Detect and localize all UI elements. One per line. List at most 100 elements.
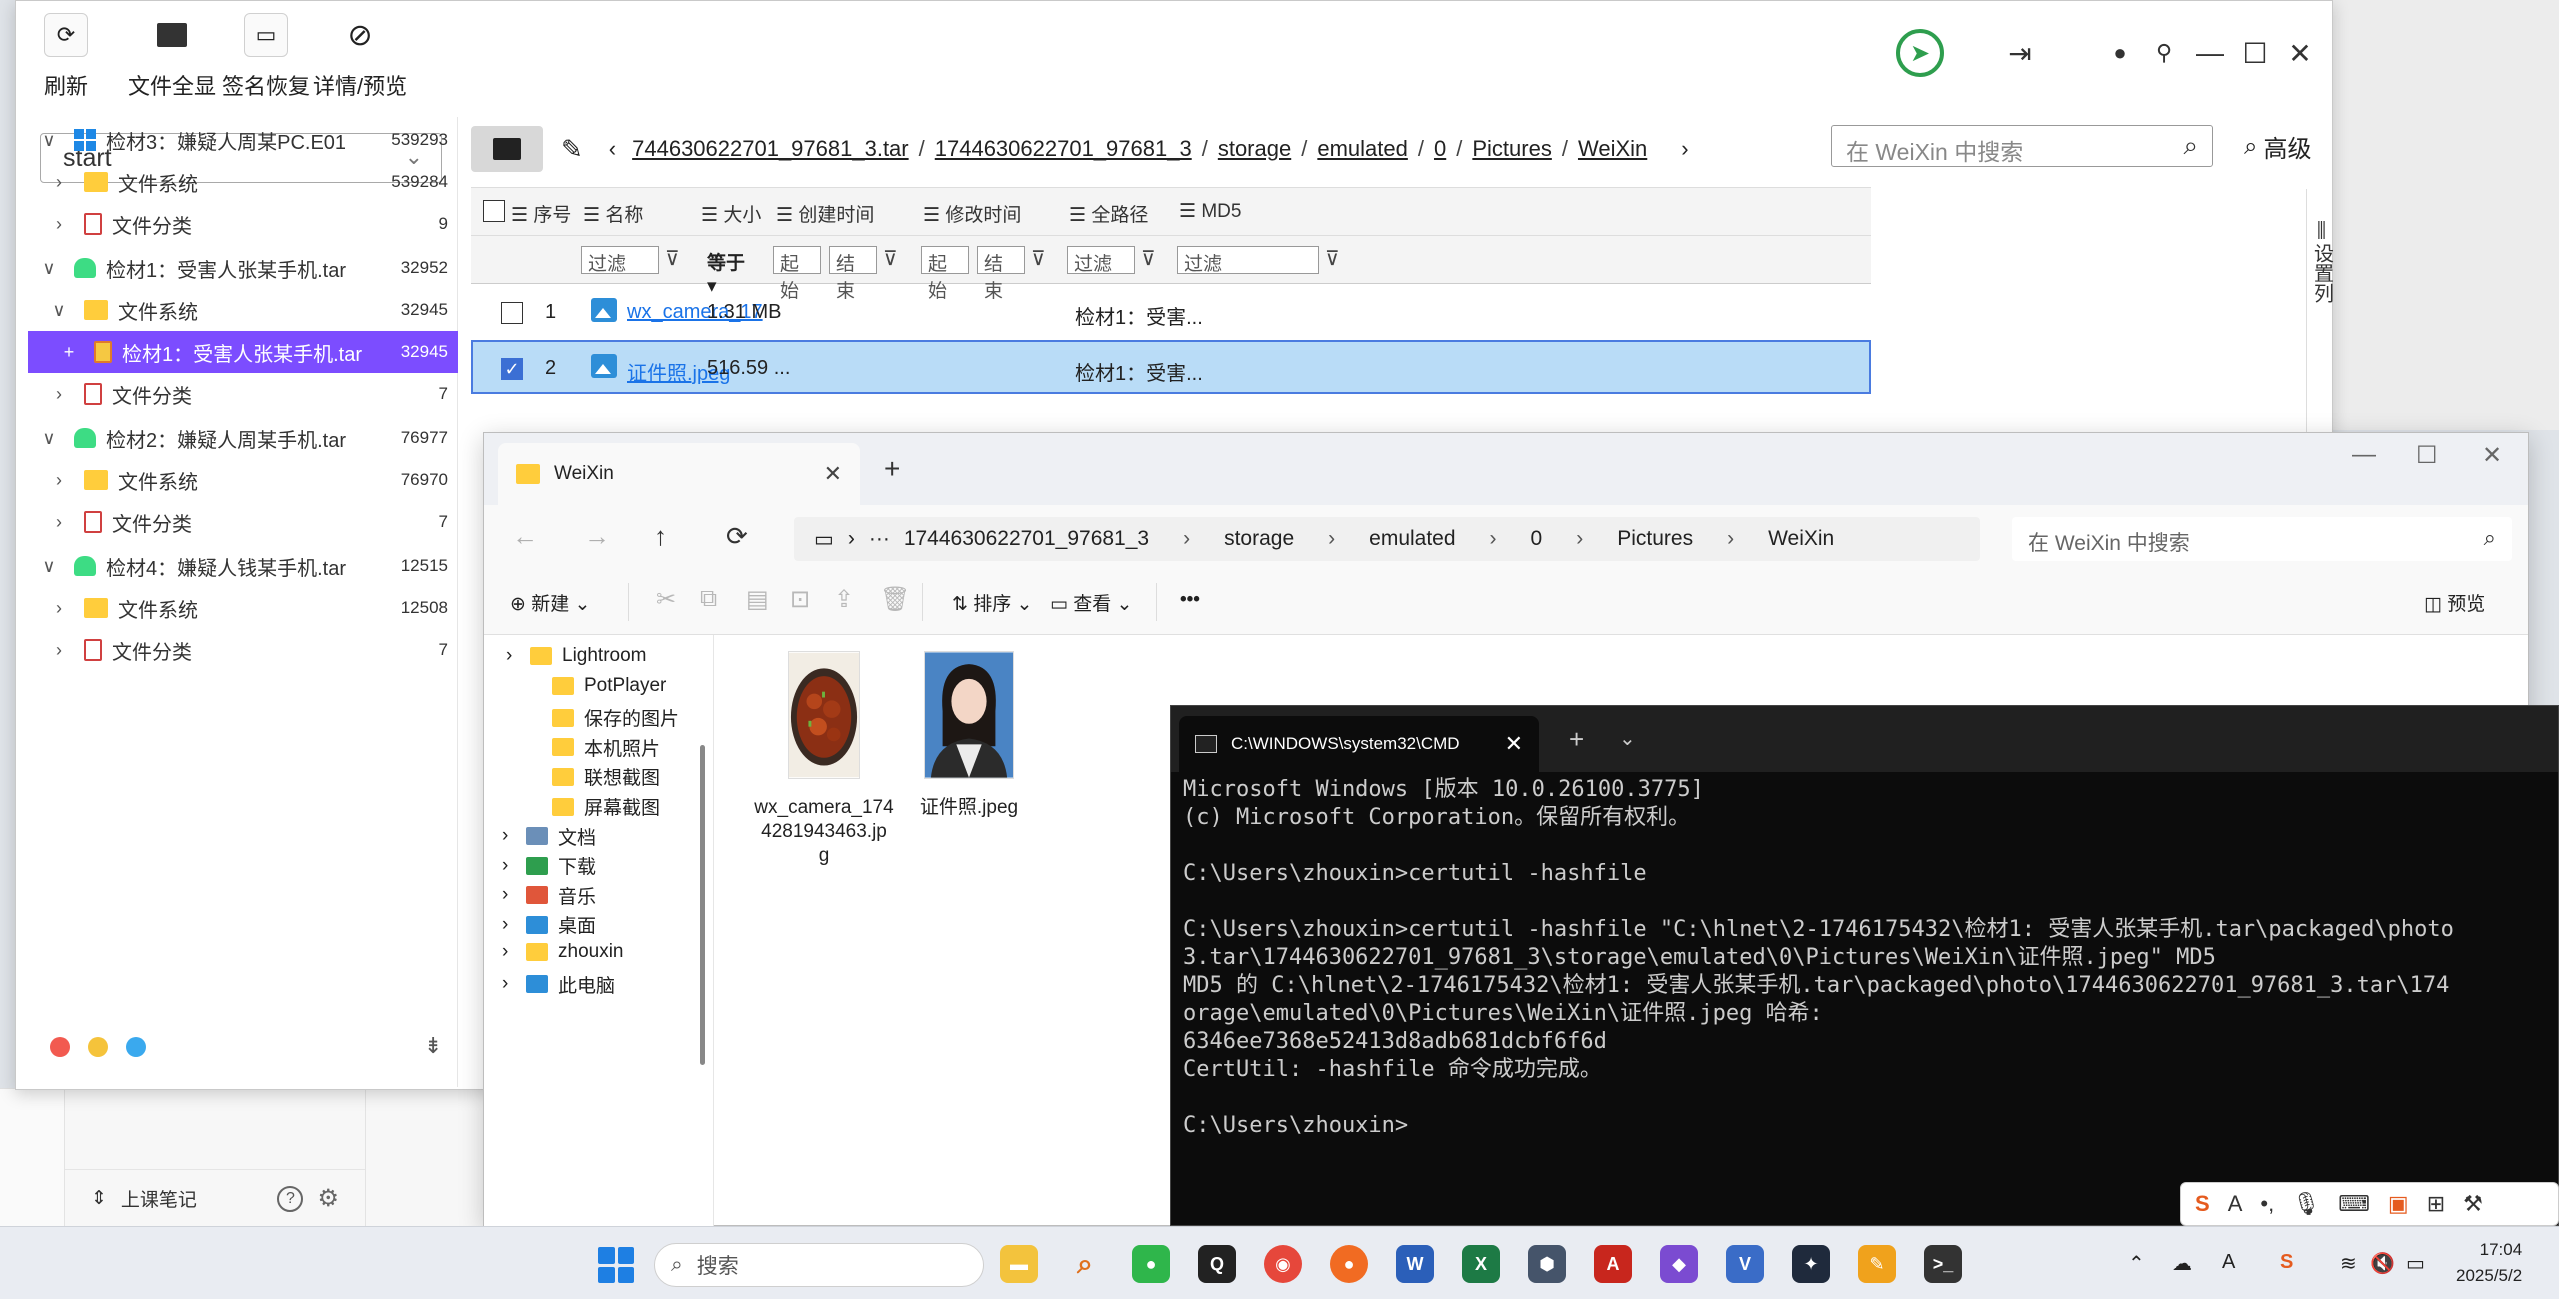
terminal-output[interactable]: Microsoft Windows [版本 10.0.26100.3775] (c…	[1183, 776, 2553, 1140]
size-operator-select[interactable]: 等于 ▾	[701, 246, 763, 297]
advanced-search-button[interactable]: ⌕ 高级	[2244, 129, 2311, 164]
close-button[interactable]: ✕	[2482, 441, 2502, 470]
col-size[interactable]: ☰ 大小	[701, 200, 761, 227]
dot-yellow[interactable]	[88, 1037, 108, 1057]
nav-item[interactable]: 屏幕截图	[528, 793, 660, 820]
pdf-icon[interactable]: A	[1594, 1245, 1632, 1283]
expand-toggle-icon[interactable]: ›	[48, 470, 70, 491]
name-filter-input[interactable]: 过滤	[581, 246, 659, 275]
address-bar[interactable]: ▭ › ··· 1744630622701_97681_3 › storage › em…	[794, 517, 1980, 561]
cut-icon[interactable]: ✂	[656, 585, 676, 614]
delete-icon[interactable]: 🗑	[880, 585, 910, 614]
col-md5[interactable]: ☰ MD5	[1179, 200, 1241, 223]
tree-item[interactable]: › 文件分类 7	[28, 629, 458, 671]
address-segment[interactable]: WeiXin	[1768, 527, 1834, 551]
nav-item[interactable]: › 音乐	[502, 882, 596, 909]
tree-item[interactable]: ∨ 检材1：受害人张某手机.tar 32952	[28, 247, 458, 289]
table-row[interactable]: 1 wx_camera_17 1.31 MB 检材1：受害...	[471, 286, 1871, 340]
nav-item[interactable]: 联想截图	[528, 763, 660, 790]
file-explorer-icon[interactable]: ▬	[1000, 1245, 1038, 1283]
tree-item[interactable]: ∨ 检材2：嫌疑人周某手机.tar 76977	[28, 417, 458, 459]
tree-item[interactable]: › 文件系统 539284	[28, 161, 458, 203]
dot-blue[interactable]	[126, 1037, 146, 1057]
expand-toggle-icon[interactable]: ›	[48, 598, 70, 619]
punctuation-icon[interactable]: •,	[2260, 1191, 2274, 1217]
filter-icon[interactable]: ⊽	[1325, 246, 1340, 271]
tree-item[interactable]: › 文件系统 12508	[28, 587, 458, 629]
expand-toggle-icon[interactable]: ›	[48, 512, 70, 533]
chevron-up-icon[interactable]: ⌃	[2128, 1251, 2145, 1276]
created-end-input[interactable]: 结束	[829, 246, 877, 302]
tree-item[interactable]: + 检材1：受害人张某手机.tar 32945	[28, 331, 458, 373]
compass-app-icon[interactable]: ✦	[1792, 1245, 1830, 1283]
search-input[interactable]: 在 WeiXin 中搜索 ⌕	[1831, 125, 2213, 167]
chevron-right-icon[interactable]: ›	[502, 914, 516, 936]
filter-icon[interactable]: ⊽	[883, 246, 898, 271]
nav-item[interactable]: › 此电脑	[502, 971, 615, 998]
overflow-icon[interactable]: ···	[869, 527, 890, 551]
chevron-down-icon[interactable]: ⌄	[1619, 726, 1636, 751]
skin-icon[interactable]: ▣	[2388, 1191, 2409, 1217]
detail-preview-button[interactable]: ⊘ 详情/预览	[313, 13, 407, 101]
chevron-right-icon[interactable]: ›	[502, 941, 516, 963]
nav-item[interactable]: 本机照片	[528, 734, 660, 761]
chevron-right-icon[interactable]: ›	[502, 973, 516, 995]
copy-icon[interactable]: ⧉	[700, 585, 717, 613]
wechat-icon[interactable]: ●	[1132, 1245, 1170, 1283]
address-segment[interactable]: storage	[1224, 527, 1294, 551]
address-segment[interactable]: emulated	[1369, 527, 1455, 551]
row-checkbox[interactable]	[501, 302, 523, 324]
minimize-button[interactable]: —	[2186, 29, 2234, 77]
apps-icon[interactable]: ⊞	[2427, 1191, 2445, 1217]
firefox-icon[interactable]: ●	[1330, 1245, 1368, 1283]
refresh-icon[interactable]: ⟳	[726, 521, 748, 552]
address-segment[interactable]: Pictures	[1617, 527, 1693, 551]
scrollbar[interactable]	[700, 745, 705, 1065]
volume-muted-icon[interactable]: 🔇	[2370, 1251, 2395, 1276]
expand-toggle-icon[interactable]: ›	[48, 640, 70, 661]
breadcrumb-item[interactable]: 0	[1434, 136, 1446, 161]
nav-item[interactable]: › 下载	[502, 852, 596, 879]
qq-icon[interactable]: Q	[1198, 1245, 1236, 1283]
excel-icon[interactable]: X	[1462, 1245, 1500, 1283]
chevron-right-icon[interactable]: ›	[1727, 527, 1734, 551]
folder-view-button[interactable]	[471, 126, 543, 172]
expand-toggle-icon[interactable]: ›	[48, 384, 70, 405]
nav-item[interactable]: › Lightroom	[506, 645, 647, 667]
file-item[interactable]: wx_camera_174 4281943463.jp g	[754, 651, 894, 868]
filter-icon[interactable]: ⊽	[1031, 246, 1046, 271]
modified-start-input[interactable]: 起始	[921, 246, 969, 302]
modified-end-input[interactable]: 结束	[977, 246, 1025, 302]
chevron-right-icon[interactable]: ›	[502, 884, 516, 906]
set-columns-button[interactable]: ⫼ 设置列	[2306, 189, 2336, 433]
table-row-selected[interactable]: ✓ 2 证件照.jpeg 516.59 ... 检材1：受害...	[471, 340, 1871, 394]
forward-icon[interactable]: →	[584, 521, 610, 552]
dot-red[interactable]	[50, 1037, 70, 1057]
col-created[interactable]: ☰ 创建时间	[776, 200, 874, 227]
md5-filter-input[interactable]: 过滤	[1177, 246, 1319, 275]
up-icon[interactable]: ↑	[654, 521, 667, 552]
col-name[interactable]: ☰ 名称	[583, 200, 643, 227]
location-icon[interactable]: ➤	[1896, 29, 1944, 77]
nav-item[interactable]: › 文档	[502, 823, 596, 850]
expand-collapse-icon[interactable]: ⇕	[91, 1187, 107, 1210]
nav-item[interactable]: 保存的图片	[528, 704, 679, 731]
chrome-icon[interactable]: ◉	[1264, 1245, 1302, 1283]
tools-icon[interactable]: ⚒	[2463, 1191, 2483, 1217]
view-button[interactable]: ▭ 查看 ⌄	[1050, 589, 1132, 616]
file-item[interactable]: 证件照.jpeg	[904, 651, 1034, 820]
expand-toggle-icon[interactable]: ∨	[38, 258, 60, 279]
close-tab-icon[interactable]: ✕	[1505, 731, 1523, 757]
sogou-tray-icon[interactable]: S	[2280, 1251, 2293, 1274]
terminal-tab[interactable]: C:\WINDOWS\system32\CMD ✕	[1179, 716, 1539, 772]
sort-button[interactable]: ⇅ 排序 ⌄	[952, 589, 1032, 616]
filter-icon[interactable]: ⊽	[1141, 246, 1156, 271]
font-icon[interactable]: A	[2228, 1191, 2243, 1217]
explorer-tab[interactable]: WeiXin ✕	[498, 443, 860, 505]
pen-app-icon[interactable]: ✎	[1858, 1245, 1896, 1283]
back-icon[interactable]: ‹	[609, 136, 616, 162]
close-tab-icon[interactable]: ✕	[824, 461, 842, 487]
col-modified[interactable]: ☰ 修改时间	[923, 200, 1021, 227]
breadcrumb-item[interactable]: storage	[1218, 136, 1291, 161]
chevron-right-icon[interactable]: ›	[506, 645, 520, 667]
